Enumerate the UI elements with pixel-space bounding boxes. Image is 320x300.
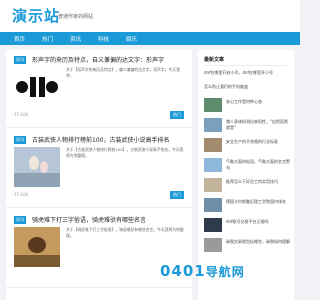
sidebar-item[interactable]: 碳税交易税包括哪些，碳税如何理解 <box>204 238 290 254</box>
nav-bar: 首页 热门 资讯 科技 娱乐 <box>0 32 300 45</box>
article-thumbnail[interactable] <box>14 227 60 267</box>
sidebar-item[interactable]: dnf在哪里开启小号，dnf在哪里开小号 <box>204 70 290 76</box>
sidebar-item-label[interactable]: 气象方面的俗语，气象方面的名言警句 <box>226 159 290 171</box>
sidebar-thumbnail[interactable] <box>204 98 222 112</box>
article-thumbnail[interactable] <box>14 67 60 107</box>
article-card[interactable]: 资讯 形声字的来历及特点，自义兼偏的达文字：形声字 关于【形声字的来历及特点】，… <box>6 50 192 128</box>
watermark-subtext: 导航网 <box>205 265 245 279</box>
sidebar-item[interactable]: 安全生产的不合格的行业标准 <box>204 138 290 154</box>
site-logo[interactable]: 演示站 <box>12 5 60 26</box>
sidebar-item-label[interactable]: dnf账号交易平台正规吗 <box>226 219 290 225</box>
article-tag[interactable]: 热门 <box>170 191 184 199</box>
sidebar-item[interactable]: 安心工作是何种心态 <box>204 98 290 114</box>
sidebar-item-label[interactable]: 碳税交易税包括哪些，碳税如何理解 <box>226 239 290 245</box>
category-badge[interactable]: 资讯 <box>14 136 26 144</box>
category-badge[interactable]: 资讯 <box>14 56 26 64</box>
article-excerpt: 关于【古装武侠人物排行榜前100】，古装武侠小说高手排名，今天我将为你整理。 <box>66 147 184 158</box>
sidebar-item-label[interactable]: 猪人身体检测出来阳性，"自然而然就是" <box>226 119 290 131</box>
sidebar-item-label[interactable]: 安全生产的不合格的行业标准 <box>226 139 290 145</box>
article-date: 15-100 <box>14 192 29 197</box>
sidebar-item[interactable]: 德国卡尔斯鲁厄理工学院国内排名 <box>204 198 290 214</box>
sidebar-item-label[interactable]: 怎么防止我们的手机被盗 <box>204 84 248 89</box>
sidebar-item-label[interactable]: dnf在哪里开启小号，dnf在哪里开小号 <box>204 70 273 75</box>
sidebar-item[interactable]: 猪人身体检测出来阳性，"自然而然就是" <box>204 118 290 134</box>
sidebar-thumbnail[interactable] <box>204 238 222 252</box>
article-tag[interactable]: 热门 <box>170 111 184 119</box>
sidebar-thumbnail[interactable] <box>204 218 222 232</box>
article-title[interactable]: 古装武侠人物排行榜前100，古装武侠小说高手排名 <box>32 135 169 144</box>
article-date: 15-100 <box>14 112 29 117</box>
article-excerpt: 关于【骑虎难下打三字俗语】，骑虎难驮有哪些名言，今天我将为你整理。 <box>66 227 184 238</box>
sidebar-item-label[interactable]: 安心工作是何种心态 <box>226 99 290 105</box>
sidebar-thumbnail[interactable] <box>204 118 222 132</box>
sidebar-thumbnail[interactable] <box>204 198 222 212</box>
sidebar-item-label[interactable]: 推荐怎么干好员工的实用技巧 <box>226 179 290 185</box>
article-thumbnail[interactable] <box>14 147 60 187</box>
article-title[interactable]: 骑虎难下打三字俗语，骑虎难驮有哪些名言 <box>32 215 146 224</box>
nav-item-news[interactable]: 资讯 <box>70 35 81 43</box>
nav-item-home[interactable]: 首页 <box>14 35 25 43</box>
sidebar-item[interactable]: 推荐怎么干好员工的实用技巧 <box>204 178 290 194</box>
nav-item-ent[interactable]: 娱乐 <box>126 35 137 43</box>
sidebar-item[interactable]: dnf账号交易平台正规吗 <box>204 218 290 234</box>
article-card[interactable]: 资讯 古装武侠人物排行榜前100，古装武侠小说高手排名 关于【古装武侠人物排行榜… <box>6 130 192 208</box>
sidebar-item-label[interactable]: 德国卡尔斯鲁厄理工学院国内排名 <box>226 199 290 205</box>
nav-item-hot[interactable]: 热门 <box>42 35 53 43</box>
site-header: 演示站 普通作家的网站 <box>0 0 300 32</box>
sidebar-divider <box>204 65 288 66</box>
article-excerpt: 关于【形声字的来历及特点】，偏义兼偏的达文字，形声字。今天我将... <box>66 67 180 78</box>
sidebar-thumbnail[interactable] <box>204 158 222 172</box>
sidebar-thumbnail[interactable] <box>204 138 222 152</box>
article-title[interactable]: 形声字的来历及特点，自义兼偏的达文字：形声字 <box>32 55 164 64</box>
watermark-text: 0401 <box>160 262 206 280</box>
watermark-logo: 0401导航网 <box>160 262 245 280</box>
site-tagline: 普通作家的网站 <box>58 14 94 20</box>
category-badge[interactable]: 资讯 <box>14 216 26 224</box>
sidebar-thumbnail[interactable] <box>204 178 222 192</box>
sidebar-item[interactable]: 怎么防止我们的手机被盗 <box>204 84 290 90</box>
nav-item-tech[interactable]: 科技 <box>98 35 109 43</box>
sidebar-title: 最新文章 <box>204 57 225 63</box>
sidebar-item[interactable]: 气象方面的俗语，气象方面的名言警句 <box>204 158 290 174</box>
